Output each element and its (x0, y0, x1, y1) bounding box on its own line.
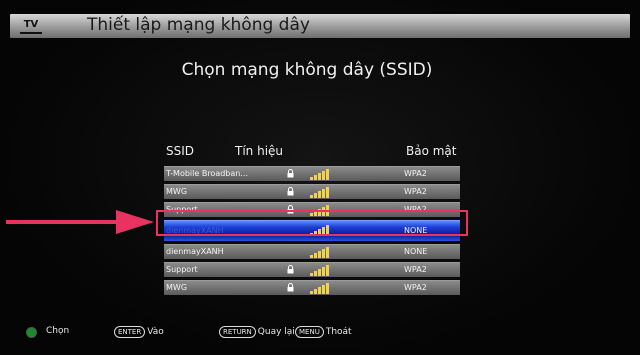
return-key-badge: RETURN (219, 326, 256, 338)
signal-bar (322, 267, 325, 276)
signal-strength-icon (310, 168, 332, 180)
signal-bar (318, 287, 321, 294)
enter-key-badge: ENTER (114, 326, 146, 338)
lock-icon (287, 283, 294, 292)
tv-icon: TV (20, 17, 42, 34)
signal-bar (310, 177, 313, 180)
network-ssid: MWG (166, 187, 188, 196)
network-security: WPA2 (404, 265, 427, 274)
footer-menu-hint: MENU Thoát (295, 326, 352, 338)
network-row[interactable]: Support WPA2 (164, 262, 460, 277)
network-ssid: dienmayXANH (166, 247, 224, 256)
signal-bar (318, 173, 321, 180)
signal-bar (310, 255, 313, 258)
lock-icon (287, 265, 294, 274)
signal-strength-icon (310, 186, 332, 198)
signal-bar (318, 251, 321, 258)
network-security: WPA2 (404, 187, 427, 196)
return-label: Quay lại (257, 327, 295, 337)
signal-bar (322, 189, 325, 198)
signal-bar (314, 175, 317, 180)
selection-highlight-box (156, 210, 468, 236)
signal-bar (314, 193, 317, 198)
signal-strength-icon (310, 246, 332, 258)
section-subtitle: Chọn mạng không dây (SSID) (181, 60, 433, 80)
signal-bar (326, 283, 329, 294)
network-row[interactable]: MWG WPA2 (164, 184, 460, 199)
network-security: NONE (404, 247, 428, 256)
signal-bar (314, 289, 317, 294)
pointer-arrow-icon (6, 210, 154, 234)
signal-bar (318, 269, 321, 276)
network-row[interactable]: MWG WPA2 (164, 280, 460, 295)
footer-enter-hint: ENTER Vào (114, 326, 164, 338)
signal-bar (314, 253, 317, 258)
signal-bar (326, 265, 329, 276)
column-header-ssid: SSID (166, 144, 195, 158)
network-row[interactable]: T-Mobile Broadban... WPA2 (164, 166, 460, 181)
network-ssid: MWG (166, 283, 188, 292)
menu-label: Thoát (325, 327, 352, 337)
signal-bar (310, 195, 313, 198)
network-security: WPA2 (404, 283, 427, 292)
signal-strength-icon (310, 282, 332, 294)
signal-bar (326, 247, 329, 258)
signal-bar (310, 273, 313, 276)
signal-bar (322, 249, 325, 258)
signal-strength-icon (310, 264, 332, 276)
network-security: WPA2 (404, 169, 427, 178)
signal-bar (318, 191, 321, 198)
lock-icon (287, 187, 294, 196)
signal-bar (314, 271, 317, 276)
footer-return-hint: RETURN Quay lại (219, 326, 295, 338)
network-ssid: T-Mobile Broadban... (166, 169, 248, 178)
select-button-icon (26, 327, 37, 338)
signal-bar (310, 291, 313, 294)
column-header-security: Bảo mật (406, 144, 457, 158)
menu-key-badge: MENU (295, 326, 324, 338)
enter-label: Vào (147, 327, 164, 337)
footer-select-label: Chọn (46, 326, 70, 336)
page-title: Thiết lập mạng không dây (87, 15, 310, 35)
lock-icon (287, 169, 294, 178)
network-row[interactable]: dienmayXANH NONE (164, 244, 460, 259)
signal-bar (322, 285, 325, 294)
network-ssid: Support (166, 265, 198, 274)
column-header-signal: Tín hiệu (235, 144, 284, 158)
signal-bar (326, 187, 329, 198)
signal-bar (322, 171, 325, 180)
signal-bar (326, 169, 329, 180)
